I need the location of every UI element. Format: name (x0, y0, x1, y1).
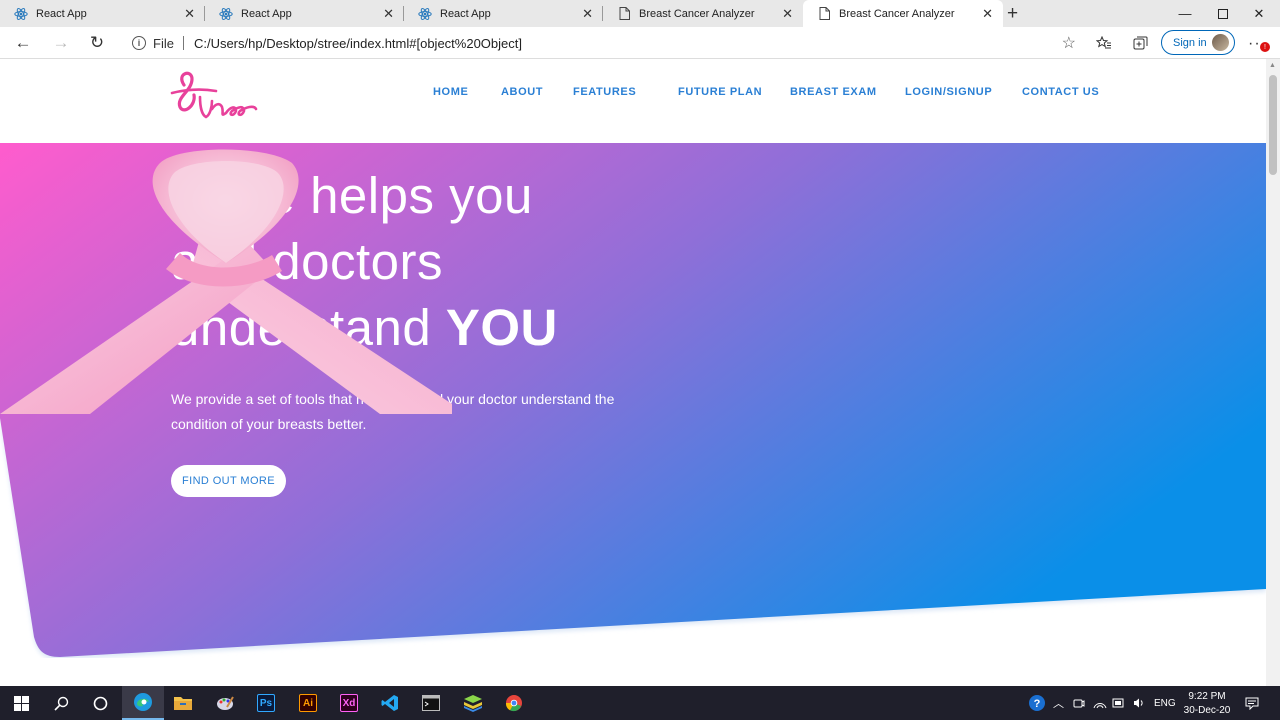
favorites-icon[interactable] (1093, 33, 1115, 53)
sign-in-button[interactable]: Sign in (1161, 30, 1235, 55)
favorite-star-icon[interactable]: ☆ (1062, 33, 1076, 53)
nav-link-future-plan[interactable]: FUTURE PLAN (678, 86, 762, 98)
hero-title-emphasis: YOU (445, 299, 558, 356)
edge-browser-icon[interactable] (122, 686, 164, 720)
search-icon[interactable] (40, 686, 82, 720)
refresh-icon[interactable]: ↻ (86, 33, 108, 53)
browser-tab[interactable]: Breast Cancer Analyzer ✕ (603, 0, 803, 27)
react-icon (14, 7, 28, 21)
scroll-up-arrow-icon[interactable]: ▲ (1269, 62, 1276, 69)
tab-title: React App (241, 7, 292, 20)
tab-title: React App (36, 7, 87, 20)
pink-ribbon-image (0, 149, 452, 414)
clock-date: 30-Dec-20 (1183, 705, 1231, 716)
volume-icon[interactable] (1133, 686, 1145, 720)
scrollbar-thumb[interactable] (1269, 75, 1277, 175)
file-explorer-icon[interactable] (162, 686, 204, 720)
vscode-icon[interactable] (369, 686, 411, 720)
browser-tab[interactable]: React App ✕ (0, 0, 205, 27)
sign-in-label: Sign in (1173, 36, 1207, 49)
notification-badge-icon: ! (1260, 42, 1270, 52)
tab-title: React App (440, 7, 491, 20)
forward-icon[interactable]: → (50, 33, 72, 53)
terminal-icon[interactable] (410, 686, 452, 720)
browser-tab-active[interactable]: Breast Cancer Analyzer ✕ (803, 0, 1003, 27)
cortana-icon[interactable] (79, 686, 121, 720)
browser-tab-bar: React App ✕ React App ✕ React App ✕ Brea… (0, 0, 1280, 27)
photoshop-icon[interactable]: Ps (245, 686, 287, 720)
language-indicator[interactable]: ENG (1154, 686, 1176, 720)
react-icon (219, 7, 233, 21)
close-icon[interactable]: ✕ (582, 7, 593, 20)
tab-title: Breast Cancer Analyzer (639, 7, 755, 20)
url-field[interactable]: i File C:/Users/hp/Desktop/stree/index.h… (120, 30, 1084, 56)
windows-start-icon[interactable] (0, 686, 42, 720)
browser-tab[interactable]: React App ✕ (404, 0, 603, 27)
camera-icon[interactable] (1073, 686, 1085, 720)
browser-tab[interactable]: React App ✕ (205, 0, 404, 27)
show-hidden-icons-icon[interactable]: ︿ (1053, 686, 1064, 720)
clock-time: 9:22 PM (1188, 691, 1226, 702)
stree-logo[interactable] (170, 67, 262, 125)
page-scrollbar[interactable]: ▲ (1266, 59, 1280, 686)
chrome-icon[interactable] (493, 686, 535, 720)
info-icon[interactable]: i (132, 36, 146, 50)
url-scheme-label: File (153, 35, 174, 51)
close-icon[interactable]: ✕ (782, 7, 793, 20)
hero-section: Stree helps you and doctors understand Y… (0, 143, 1266, 658)
site-header: HOME ABOUT FEATURES FUTURE PLAN BREAST E… (0, 59, 1266, 143)
help-icon[interactable]: ? (1028, 686, 1046, 720)
window-close-icon[interactable]: ✕ (1240, 0, 1278, 27)
tab-title: Breast Cancer Analyzer (839, 7, 955, 20)
avatar (1212, 34, 1229, 51)
taskbar: Ps Ai Xd ? ︿ ENG 9:22 PM 30-Dec-20 (0, 686, 1280, 720)
page-viewport: HOME ABOUT FEATURES FUTURE PLAN BREAST E… (0, 59, 1266, 686)
page-icon (617, 7, 631, 21)
wifi-icon[interactable] (1093, 686, 1107, 720)
react-icon (418, 7, 432, 21)
close-icon[interactable]: ✕ (982, 7, 993, 20)
illustrator-icon[interactable]: Ai (287, 686, 329, 720)
bluestacks-icon[interactable] (452, 686, 494, 720)
find-out-more-button[interactable]: FIND OUT MORE (171, 465, 286, 497)
close-icon[interactable]: ✕ (184, 7, 195, 20)
notifications-icon[interactable] (1245, 686, 1259, 720)
nav-link-features[interactable]: FEATURES (573, 86, 636, 98)
nav-link-about[interactable]: ABOUT (501, 86, 543, 98)
svg-text:?: ? (1034, 698, 1041, 710)
nav-link-home[interactable]: HOME (433, 86, 468, 98)
close-icon[interactable]: ✕ (383, 7, 394, 20)
page-icon (817, 7, 831, 21)
url-text[interactable]: C:/Users/hp/Desktop/stree/index.html#[ob… (194, 36, 522, 51)
adobe-xd-icon[interactable]: Xd (328, 686, 370, 720)
battery-icon[interactable] (1112, 686, 1126, 720)
new-tab-icon[interactable]: + (1007, 3, 1018, 25)
paint-app-icon[interactable] (204, 686, 246, 720)
url-divider (182, 36, 184, 50)
back-icon[interactable]: ← (12, 33, 34, 53)
maximize-icon[interactable] (1204, 0, 1242, 27)
nav-link-login-signup[interactable]: LOGIN/SIGNUP (905, 86, 992, 98)
taskbar-clock[interactable]: 9:22 PM 30-Dec-20 (1180, 690, 1234, 718)
collections-icon[interactable] (1129, 33, 1151, 53)
nav-link-breast-exam[interactable]: BREAST EXAM (790, 86, 877, 98)
address-bar: ← → ↻ i File C:/Users/hp/Desktop/stree/i… (0, 27, 1280, 59)
minimize-icon[interactable]: — (1166, 0, 1204, 27)
nav-link-contact-us[interactable]: CONTACT US (1022, 86, 1099, 98)
